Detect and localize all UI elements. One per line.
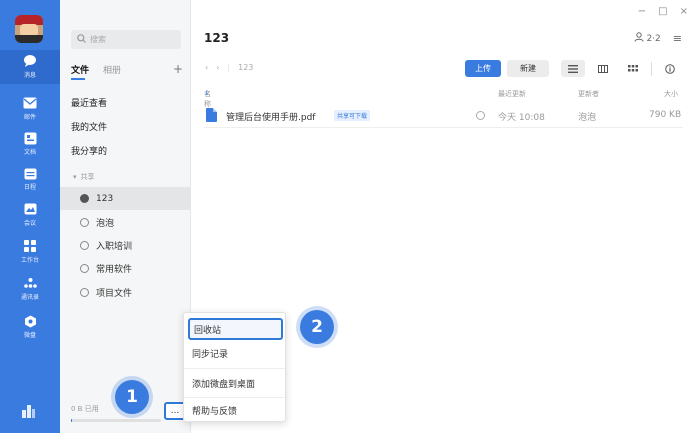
members-button[interactable]: 2·2 bbox=[634, 32, 661, 45]
rail-item-docs[interactable]: 文档 bbox=[0, 127, 60, 161]
column-view-icon[interactable] bbox=[591, 60, 615, 77]
shared-folder-item[interactable]: 入职培训 bbox=[60, 234, 190, 257]
file-updater: 泡泡 bbox=[578, 113, 597, 123]
file-size: 790 KB bbox=[649, 110, 682, 120]
column-modified-header[interactable]: 最近更新 bbox=[498, 89, 526, 99]
menu-icon[interactable]: ≡ bbox=[673, 32, 682, 45]
shared-folder-icon bbox=[80, 218, 89, 227]
rail-item-contacts[interactable]: 通讯录 bbox=[0, 272, 60, 306]
file-modified: 今天 10:08 bbox=[498, 113, 545, 123]
header-actions: 2·2 ≡ bbox=[634, 32, 682, 45]
grid-view-icon[interactable] bbox=[621, 60, 645, 77]
close-button[interactable]: × bbox=[680, 6, 688, 17]
tab-album[interactable]: 相册 bbox=[103, 63, 121, 76]
rail-item-drive[interactable]: 微盘 bbox=[0, 310, 60, 344]
back-arrow-icon[interactable]: ‹ bbox=[205, 63, 208, 72]
new-button[interactable]: 新建 bbox=[507, 60, 549, 77]
table-row[interactable]: 管理后台使用手册.pdf 共享可下载 今天 10:08 泡泡 790 KB bbox=[204, 104, 683, 128]
app-rail: 消息 邮件 文档 日程 会议 工作台 通讯录 微盘 bbox=[0, 0, 60, 433]
minimize-button[interactable]: − bbox=[638, 6, 646, 17]
shared-folder-icon bbox=[80, 264, 89, 273]
calendar-icon bbox=[22, 165, 38, 181]
storage-usage-fill bbox=[71, 419, 72, 422]
rail-item-meeting[interactable]: 会议 bbox=[0, 198, 60, 232]
meeting-icon bbox=[22, 201, 38, 217]
menu-item-help-feedback[interactable]: 帮助与反馈 bbox=[188, 399, 283, 421]
step-marker-1: 1 bbox=[115, 380, 149, 414]
column-updater-header[interactable]: 更新者 bbox=[578, 89, 599, 99]
rail-item-workbench[interactable]: 工作台 bbox=[0, 235, 60, 269]
rail-item-messages[interactable]: 消息 bbox=[0, 50, 60, 84]
avatar[interactable] bbox=[15, 15, 43, 43]
rail-item-mail[interactable]: 邮件 bbox=[0, 92, 60, 126]
app-logo-icon[interactable] bbox=[22, 405, 36, 421]
share-tag: 共享可下载 bbox=[334, 110, 371, 121]
shared-folder-icon bbox=[80, 288, 89, 297]
add-button[interactable]: + bbox=[173, 62, 183, 76]
search-icon bbox=[77, 33, 86, 46]
file-name: 管理后台使用手册.pdf bbox=[226, 113, 316, 123]
toolbar: 上传 新建 bbox=[465, 60, 682, 77]
search-placeholder: 搜索 bbox=[90, 35, 106, 44]
rail-item-calendar[interactable]: 日程 bbox=[0, 162, 60, 196]
info-icon[interactable] bbox=[658, 60, 682, 77]
storage-usage-label: 0 B 已用 bbox=[71, 405, 99, 413]
storage-usage-bar bbox=[71, 419, 161, 422]
person-icon bbox=[634, 32, 644, 45]
sidebar-item-recent[interactable]: 最近查看 bbox=[71, 94, 181, 110]
menu-item-add-to-desktop[interactable]: 添加微盘到桌面 bbox=[188, 372, 283, 394]
workbench-icon bbox=[22, 238, 38, 254]
more-options-menu: 回收站 同步记录 添加微盘到桌面 帮助与反馈 bbox=[183, 312, 286, 422]
forward-arrow-icon[interactable]: › bbox=[216, 63, 219, 72]
step-marker-2: 2 bbox=[300, 310, 334, 344]
maximize-button[interactable]: □ bbox=[658, 6, 667, 17]
shared-folder-item[interactable]: 123 bbox=[60, 187, 190, 210]
pdf-file-icon bbox=[206, 108, 217, 122]
sidebar-tabs: 文件 相册 + bbox=[71, 62, 183, 76]
tab-indicator bbox=[71, 78, 85, 80]
list-view-icon[interactable] bbox=[561, 60, 585, 77]
chat-icon bbox=[22, 53, 38, 69]
doc-icon bbox=[22, 130, 38, 146]
contacts-icon bbox=[22, 275, 38, 291]
shared-folder-item[interactable]: 常用软件 bbox=[60, 257, 190, 280]
upload-button[interactable]: 上传 bbox=[465, 60, 501, 77]
window-controls: − □ × bbox=[638, 6, 688, 17]
tab-files[interactable]: 文件 bbox=[71, 63, 89, 76]
column-size-header[interactable]: 大小 bbox=[664, 89, 678, 99]
shared-folder-icon bbox=[80, 194, 89, 203]
sidebar-item-my-shared[interactable]: 我分享的 bbox=[71, 142, 181, 158]
table-header: 名称 ↓ 最近更新 更新者 大小 bbox=[204, 89, 678, 108]
drive-icon bbox=[22, 313, 38, 329]
drive-sidebar: 搜索 文件 相册 + 最近查看 我的文件 我分享的 ▾ 共享 123 泡泡 入职… bbox=[60, 0, 191, 433]
shared-folder-icon bbox=[80, 241, 89, 250]
shared-folder-item[interactable]: 泡泡 bbox=[60, 211, 190, 234]
sidebar-item-my-files[interactable]: 我的文件 bbox=[71, 118, 181, 134]
menu-item-recycle-bin[interactable]: 回收站 bbox=[188, 318, 283, 340]
caret-down-icon: ▾ bbox=[73, 173, 77, 181]
shared-folder-item[interactable]: 项目文件 bbox=[60, 281, 190, 304]
menu-item-sync-records[interactable]: 同步记录 bbox=[188, 342, 283, 364]
mail-icon bbox=[22, 95, 38, 111]
sort-icon: ↓ bbox=[204, 89, 210, 97]
sync-status-icon bbox=[476, 111, 485, 120]
shared-section-header[interactable]: ▾ 共享 bbox=[73, 172, 95, 182]
search-input[interactable]: 搜索 bbox=[71, 30, 181, 49]
page-title: 123 bbox=[204, 31, 230, 45]
breadcrumb-item[interactable]: 123 bbox=[238, 63, 253, 72]
breadcrumb: ‹ › | 123 bbox=[205, 63, 254, 72]
